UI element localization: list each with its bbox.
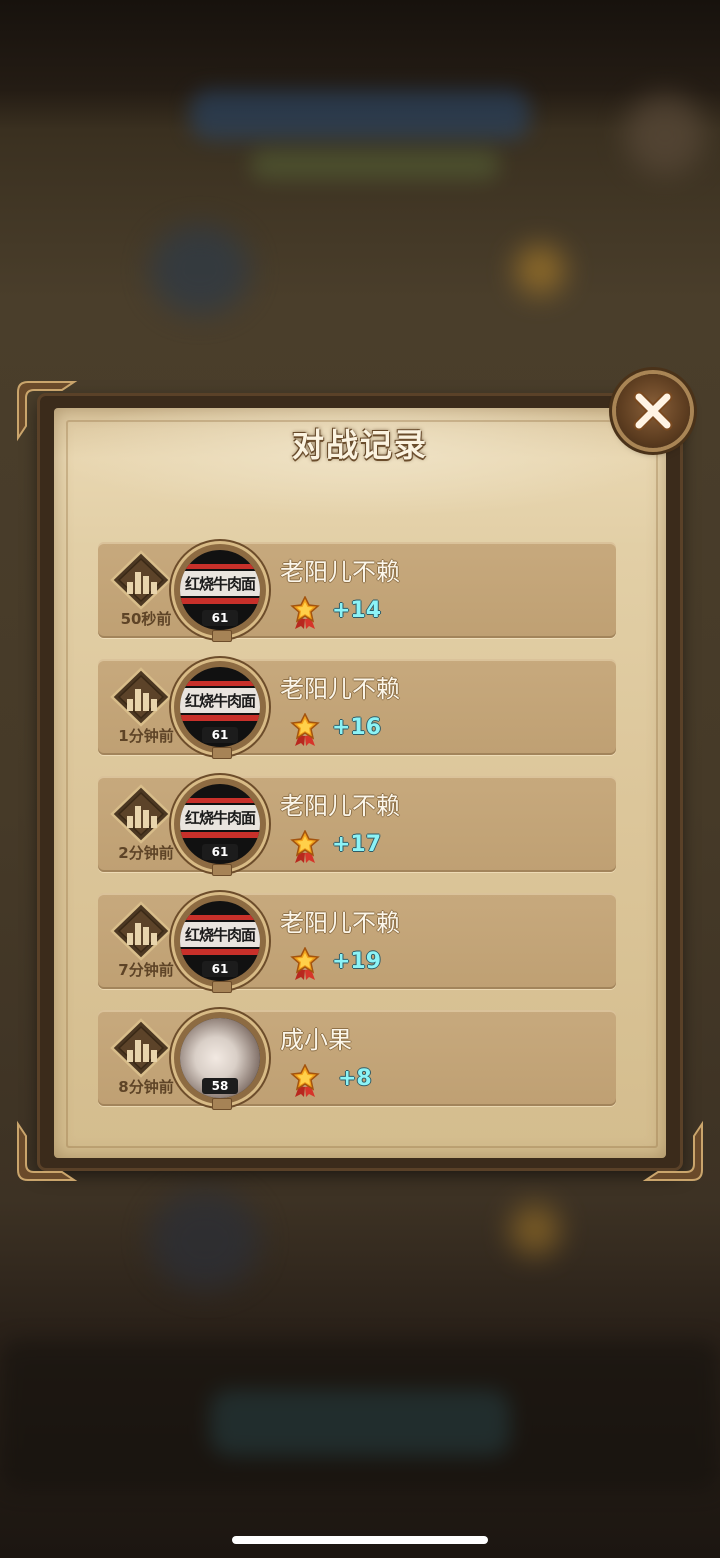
bg-top-label [250,150,500,180]
bg-avatar-blur-2 [150,1190,260,1290]
flag-stripe-bottom [180,832,260,838]
avatar-flag-text: 红烧牛肉面 [184,692,256,710]
avatar-flag-text: 红烧牛肉面 [184,575,256,593]
rank-bars-icon [110,1018,172,1078]
avatar-flag-text: 红烧牛肉面 [184,926,256,944]
opponent-level: 61 [202,844,238,860]
opponent-avatar[interactable]: 红烧牛肉面 61 [174,778,266,876]
bg-corner-button-blur [625,95,705,175]
rank-bars-icon [110,901,172,961]
avatar-clip [212,864,232,876]
battle-record-dialog: 对战记录 50秒前 红烧牛肉面 61 老阳儿不赖 +14 1分钟前 红烧牛肉面 … [14,374,706,1184]
medal-star-icon [290,947,320,980]
opponent-level: 61 [202,961,238,977]
opponent-avatar[interactable]: 红烧牛肉面 61 [174,895,266,993]
record-time: 7分钟前 [118,961,174,979]
score-change: +19 [332,949,382,974]
close-x-icon [633,391,673,431]
score-change: +17 [332,832,382,857]
score-change: +8 [338,1066,372,1091]
bg-avatar-blur [150,225,250,315]
medal-star-icon [290,1064,320,1097]
rank-bars-icon [110,667,172,727]
score-change: +16 [332,715,382,740]
record-time: 1分钟前 [118,727,174,745]
opponent-avatar[interactable]: 红烧牛肉面 61 [174,544,266,642]
bg-bottom-bar [0,1340,720,1490]
record-row[interactable]: 7分钟前 红烧牛肉面 61 老阳儿不赖 +19 [98,893,616,993]
opponent-avatar[interactable]: 58 [174,1012,266,1110]
flag-stripe-top [180,564,260,569]
rank-bars-icon [110,550,172,610]
close-button[interactable] [616,374,690,448]
corner-ornament-bottom-left [14,1120,78,1184]
avatar-clip [212,747,232,759]
avatar-clip [212,981,232,993]
opponent-name: 老阳儿不赖 [280,558,400,586]
flag-stripe-bottom [180,715,260,721]
flag-stripe-bottom [180,598,260,604]
record-time: 2分钟前 [118,844,174,862]
opponent-avatar[interactable]: 红烧牛肉面 61 [174,661,266,759]
avatar-clip [212,630,232,642]
record-time: 8分钟前 [118,1078,174,1096]
score-change: +14 [332,598,382,623]
bg-top-banner [190,90,530,140]
record-time: 50秒前 [120,610,172,628]
home-indicator[interactable] [232,1536,488,1544]
opponent-name: 老阳儿不赖 [280,909,400,937]
opponent-name: 成小果 [280,1026,352,1054]
bg-icon-blur-2 [510,1205,560,1255]
avatar-clip [212,1098,232,1110]
flag-stripe-bottom [180,949,260,955]
opponent-level: 58 [202,1078,238,1094]
opponent-name: 老阳儿不赖 [280,675,400,703]
flag-stripe-top [180,798,260,803]
flag-stripe-top [180,681,260,686]
medal-star-icon [290,830,320,863]
medal-star-icon [290,713,320,746]
record-row[interactable]: 2分钟前 红烧牛肉面 61 老阳儿不赖 +17 [98,776,616,876]
opponent-name: 老阳儿不赖 [280,792,400,820]
dialog-title: 对战记录 [291,426,428,464]
record-row[interactable]: 50秒前 红烧牛肉面 61 老阳儿不赖 +14 [98,542,616,642]
avatar-flag-text: 红烧牛肉面 [184,809,256,827]
opponent-level: 61 [202,727,238,743]
opponent-level: 61 [202,610,238,626]
corner-ornament-bottom-right [642,1120,706,1184]
record-row[interactable]: 1分钟前 红烧牛肉面 61 老阳儿不赖 +16 [98,659,616,759]
rank-bars-icon [110,784,172,844]
bg-icon-blur [515,245,565,295]
medal-star-icon [290,596,320,629]
record-row[interactable]: 8分钟前 58 成小果 +8 [98,1010,616,1110]
flag-stripe-top [180,915,260,920]
